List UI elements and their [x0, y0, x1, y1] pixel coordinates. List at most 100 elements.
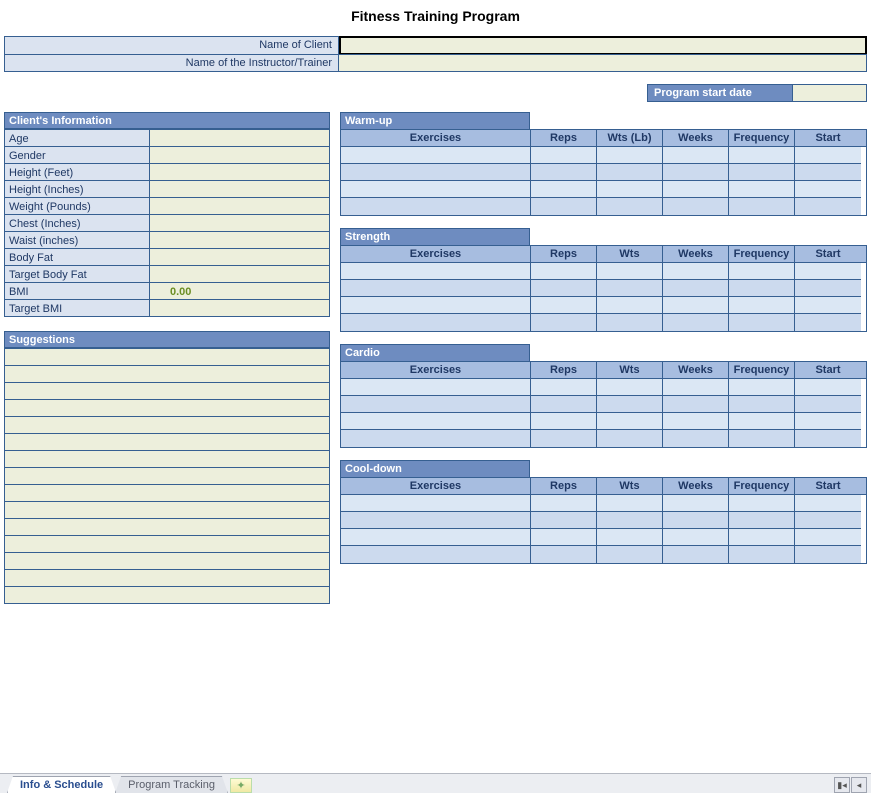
- cell[interactable]: [597, 314, 663, 331]
- info-value[interactable]: [150, 181, 330, 198]
- cell[interactable]: [729, 297, 795, 314]
- cell[interactable]: [531, 379, 597, 396]
- client-name-input[interactable]: [339, 36, 867, 54]
- list-item[interactable]: [5, 400, 330, 417]
- table-row[interactable]: [341, 314, 866, 331]
- cell[interactable]: [663, 198, 729, 215]
- cell[interactable]: [663, 280, 729, 297]
- table-row[interactable]: [341, 413, 866, 430]
- cell[interactable]: [729, 263, 795, 280]
- cell[interactable]: [729, 495, 795, 512]
- cell[interactable]: [729, 147, 795, 164]
- cell[interactable]: [341, 181, 531, 198]
- cell[interactable]: [663, 495, 729, 512]
- table-row[interactable]: [341, 430, 866, 447]
- cell[interactable]: [341, 263, 531, 280]
- cell[interactable]: [531, 413, 597, 430]
- table-row[interactable]: [341, 181, 866, 198]
- list-item[interactable]: [5, 553, 330, 570]
- cell[interactable]: [729, 314, 795, 331]
- cell[interactable]: [531, 263, 597, 280]
- table-row[interactable]: [341, 164, 866, 181]
- info-value[interactable]: [150, 130, 330, 147]
- cell[interactable]: [597, 164, 663, 181]
- suggestion-cell[interactable]: [5, 468, 330, 485]
- cell[interactable]: [795, 512, 861, 529]
- list-item[interactable]: [5, 570, 330, 587]
- table-row[interactable]: [341, 529, 866, 546]
- cell[interactable]: [663, 413, 729, 430]
- info-value[interactable]: [150, 215, 330, 232]
- info-value[interactable]: [150, 232, 330, 249]
- cell[interactable]: [663, 314, 729, 331]
- list-item[interactable]: [5, 451, 330, 468]
- cell[interactable]: [341, 379, 531, 396]
- table-row[interactable]: [341, 198, 866, 215]
- table-row[interactable]: [341, 546, 866, 563]
- cell[interactable]: [597, 413, 663, 430]
- info-value[interactable]: 0.00: [150, 283, 330, 300]
- cell[interactable]: [597, 512, 663, 529]
- cell[interactable]: [795, 430, 861, 447]
- new-sheet-icon[interactable]: ✦: [230, 778, 252, 793]
- cell[interactable]: [597, 181, 663, 198]
- cell[interactable]: [597, 430, 663, 447]
- suggestion-cell[interactable]: [5, 417, 330, 434]
- cell[interactable]: [729, 280, 795, 297]
- table-row[interactable]: [341, 297, 866, 314]
- cell[interactable]: [341, 147, 531, 164]
- cell[interactable]: [795, 529, 861, 546]
- cell[interactable]: [663, 529, 729, 546]
- info-value[interactable]: [150, 300, 330, 317]
- cell[interactable]: [341, 512, 531, 529]
- cell[interactable]: [795, 147, 861, 164]
- cell[interactable]: [597, 379, 663, 396]
- table-row[interactable]: [341, 512, 866, 529]
- suggestion-cell[interactable]: [5, 519, 330, 536]
- table-row[interactable]: [341, 495, 866, 512]
- cell[interactable]: [597, 529, 663, 546]
- suggestion-cell[interactable]: [5, 485, 330, 502]
- cell[interactable]: [795, 280, 861, 297]
- cell[interactable]: [795, 396, 861, 413]
- cell[interactable]: [531, 495, 597, 512]
- cell[interactable]: [795, 297, 861, 314]
- cell[interactable]: [729, 413, 795, 430]
- tab-info-schedule[interactable]: Info & Schedule: [7, 776, 116, 793]
- cell[interactable]: [663, 181, 729, 198]
- cell[interactable]: [341, 280, 531, 297]
- cell[interactable]: [531, 512, 597, 529]
- cell[interactable]: [531, 546, 597, 563]
- suggestion-cell[interactable]: [5, 349, 330, 366]
- cell[interactable]: [729, 198, 795, 215]
- cell[interactable]: [531, 198, 597, 215]
- cell[interactable]: [597, 280, 663, 297]
- suggestion-cell[interactable]: [5, 434, 330, 451]
- list-item[interactable]: [5, 519, 330, 536]
- cell[interactable]: [531, 529, 597, 546]
- cell[interactable]: [597, 263, 663, 280]
- cell[interactable]: [795, 413, 861, 430]
- info-value[interactable]: [150, 266, 330, 283]
- program-start-date-input[interactable]: [793, 84, 867, 102]
- suggestion-cell[interactable]: [5, 451, 330, 468]
- cell[interactable]: [531, 147, 597, 164]
- cell[interactable]: [795, 164, 861, 181]
- tab-program-tracking[interactable]: Program Tracking: [115, 776, 228, 793]
- scroll-left-icon[interactable]: ◂: [851, 777, 867, 793]
- cell[interactable]: [531, 314, 597, 331]
- info-value[interactable]: [150, 164, 330, 181]
- cell[interactable]: [341, 495, 531, 512]
- trainer-name-input[interactable]: [339, 54, 867, 72]
- cell[interactable]: [795, 181, 861, 198]
- list-item[interactable]: [5, 536, 330, 553]
- cell[interactable]: [795, 379, 861, 396]
- cell[interactable]: [341, 198, 531, 215]
- cell[interactable]: [663, 396, 729, 413]
- cell[interactable]: [729, 529, 795, 546]
- cell[interactable]: [663, 263, 729, 280]
- suggestion-cell[interactable]: [5, 383, 330, 400]
- suggestion-cell[interactable]: [5, 536, 330, 553]
- cell[interactable]: [597, 147, 663, 164]
- cell[interactable]: [729, 379, 795, 396]
